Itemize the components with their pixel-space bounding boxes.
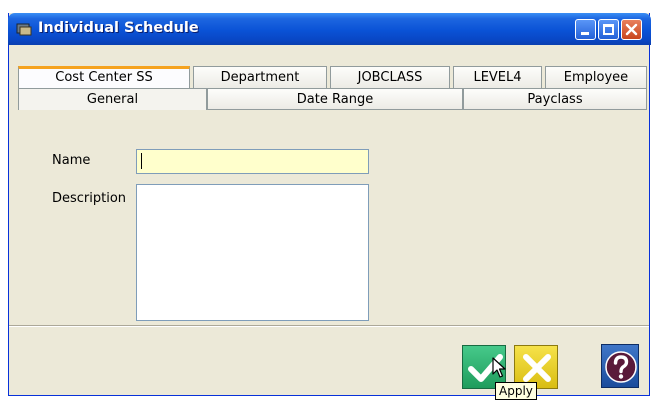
text-caret xyxy=(141,153,142,169)
schedule-app-icon[interactable] xyxy=(16,22,32,36)
title-bar[interactable]: Individual Schedule xyxy=(8,13,651,45)
close-icon xyxy=(625,23,638,36)
tab-row-upper: Cost Center SS Department JOBCLASS LEVEL… xyxy=(13,66,647,88)
question-icon xyxy=(605,351,637,383)
tab-payclass[interactable]: Payclass xyxy=(463,88,647,110)
tab-jobclass[interactable]: JOBCLASS xyxy=(330,66,450,88)
tab-cost-center-ss[interactable]: Cost Center SS xyxy=(18,66,190,88)
name-label: Name xyxy=(52,153,91,168)
mouse-pointer-icon xyxy=(492,357,506,378)
tab-employee[interactable]: Employee xyxy=(545,66,647,88)
close-button[interactable] xyxy=(621,19,642,40)
minimize-icon xyxy=(581,32,589,35)
window-title: Individual Schedule xyxy=(38,20,199,36)
tab-date-range[interactable]: Date Range xyxy=(207,88,463,110)
minimize-button[interactable] xyxy=(575,19,596,40)
description-label: Description xyxy=(52,191,127,206)
maximize-icon xyxy=(603,24,614,35)
maximize-button[interactable] xyxy=(598,19,619,40)
tab-department[interactable]: Department xyxy=(193,66,327,88)
tab-row-lower: General Date Range Payclass xyxy=(13,88,647,110)
tab-level4[interactable]: LEVEL4 xyxy=(453,66,542,88)
apply-tooltip: Apply xyxy=(495,382,537,400)
button-bar-divider xyxy=(9,325,649,327)
help-button[interactable] xyxy=(601,344,639,388)
description-textarea[interactable] xyxy=(136,184,369,321)
name-input[interactable] xyxy=(136,149,369,174)
tab-general[interactable]: General xyxy=(18,88,207,110)
